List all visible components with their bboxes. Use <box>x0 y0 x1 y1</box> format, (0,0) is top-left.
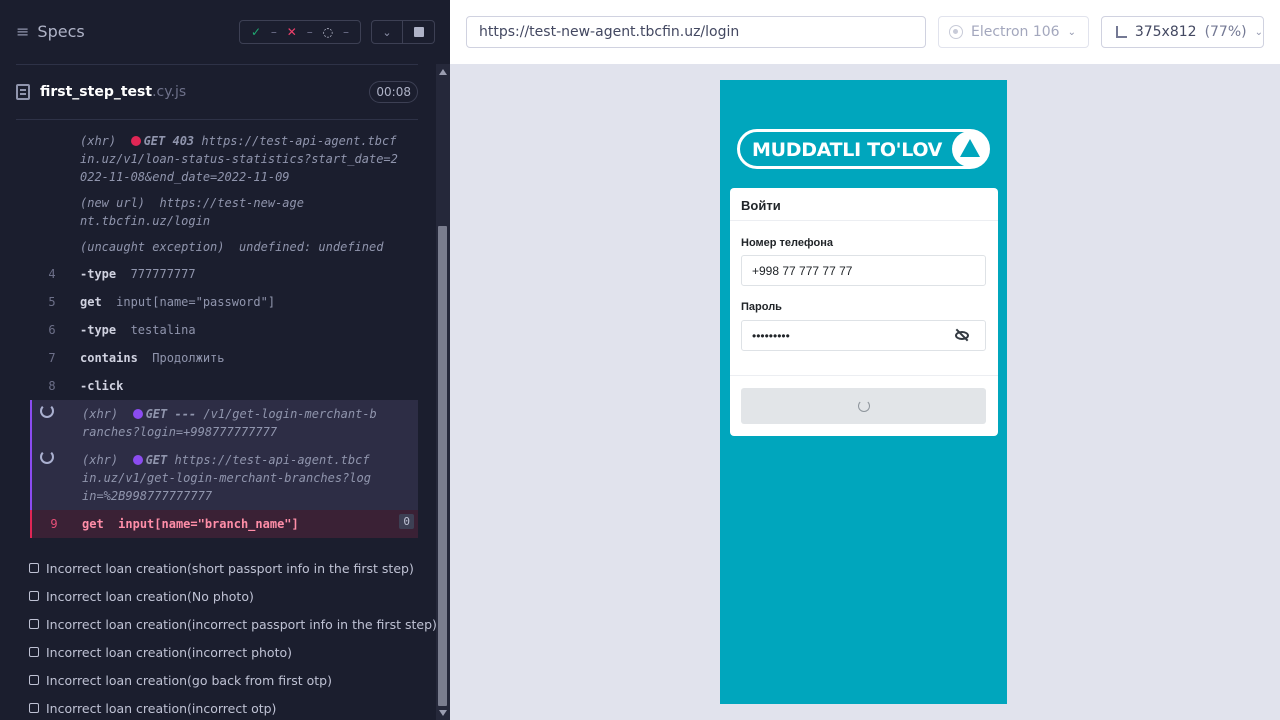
spec-name: first_step_test <box>40 84 153 100</box>
pending-icon: ◌ <box>322 25 334 39</box>
specs-title: Specs <box>37 22 85 41</box>
electron-icon <box>949 25 963 39</box>
stop-icon <box>413 27 424 37</box>
browser-label: Electron 106 <box>971 24 1060 40</box>
log-row-pending-xhr[interactable]: (xhr) GET --- /v1/get-login-merchant-bra… <box>30 400 418 446</box>
log-command-row[interactable]: 7 contains Продолжить <box>30 344 418 372</box>
test-item[interactable]: Incorrect loan creation(go back from fir… <box>29 666 429 694</box>
cross-icon: ✕ <box>286 25 297 39</box>
divider <box>730 220 998 221</box>
test-item[interactable]: Incorrect loan creation(incorrect passpo… <box>29 610 437 638</box>
element-count-badge: 0 <box>399 514 414 529</box>
log-command-row[interactable]: 5 get input[name="password"] <box>30 288 418 316</box>
spinner-icon <box>857 400 870 412</box>
log-command-row[interactable]: 6 -type testalina <box>30 316 418 344</box>
test-status-icon <box>29 591 39 601</box>
divider <box>730 375 998 376</box>
test-item[interactable]: Incorrect loan creation(short passport i… <box>29 554 429 582</box>
failed-count: – <box>306 25 313 39</box>
test-status-icon <box>29 703 39 713</box>
logo-mark-icon <box>952 131 988 167</box>
test-status-icon <box>29 675 39 685</box>
stop-button[interactable] <box>403 20 435 44</box>
test-item[interactable]: Incorrect loan creation(incorrect otp) <box>29 694 429 720</box>
log-scrollbar[interactable] <box>436 64 450 720</box>
chevron-down-icon: ⌄ <box>382 25 392 39</box>
command-log: (xhr) GET 403 https://test-api-agent.tbc… <box>30 128 418 538</box>
phone-input[interactable]: +998 77 777 77 77 <box>741 255 986 286</box>
file-icon <box>16 84 30 100</box>
viewport-size: 375x812 <box>1134 24 1197 40</box>
divider <box>16 119 418 120</box>
spec-duration: 00:08 <box>369 81 418 103</box>
expand-button[interactable]: ⌄ <box>371 20 403 44</box>
passed-count: – <box>270 25 277 39</box>
test-item[interactable]: Incorrect loan creation(No photo) <box>29 582 429 610</box>
specs-header: ≡ Specs ✓ – ✕ – ◌ – ⌄ <box>0 0 450 64</box>
divider <box>16 64 418 65</box>
check-icon: ✓ <box>250 25 261 39</box>
scroll-up-icon[interactable] <box>439 69 447 75</box>
status-dot-icon <box>132 409 143 419</box>
test-status-icon <box>29 619 39 629</box>
viewport-scale: (77%) <box>1204 24 1247 40</box>
chevron-down-icon: ⌄ <box>1067 26 1076 38</box>
viewport-selector[interactable]: 375x812 (77%) ⌄ <box>1101 16 1264 48</box>
specs-toggle[interactable]: ≡ Specs <box>16 22 85 41</box>
log-row-exception[interactable]: (uncaught exception) undefined: undefine… <box>30 234 418 260</box>
spec-file-header[interactable]: first_step_test .cy.js 00:08 <box>16 78 418 106</box>
pending-count: – <box>343 25 349 39</box>
runner-panel: ≡ Specs ✓ – ✕ – ◌ – ⌄ first_step_test .c… <box>0 0 450 720</box>
password-value: ••••••••• <box>752 328 790 343</box>
spinner-icon <box>40 404 54 418</box>
card-title: Войти <box>741 198 781 213</box>
password-input[interactable]: ••••••••• <box>741 320 986 351</box>
test-item[interactable]: Incorrect loan creation(incorrect photo) <box>29 638 429 666</box>
submit-button[interactable] <box>741 388 986 424</box>
brand-logo: MUDDATLI TO'LOV <box>737 129 990 169</box>
scroll-down-icon[interactable] <box>439 710 447 716</box>
ruler-icon <box>1116 26 1127 38</box>
test-status-icon <box>29 647 39 657</box>
logo-text: MUDDATLI TO'LOV <box>752 139 943 161</box>
log-command-row[interactable]: 4 -type 777777777 <box>30 260 418 288</box>
login-card: Войти Номер телефона +998 77 777 77 77 П… <box>730 188 998 436</box>
url-bar[interactable]: https://test-new-agent.tbcfin.uz/login <box>466 16 926 48</box>
status-dot-icon <box>130 136 141 146</box>
scroll-thumb[interactable] <box>438 226 447 706</box>
log-row-new-url[interactable]: (new url) https://test-new-agent.tbcfin.… <box>30 190 418 234</box>
log-row-failed[interactable]: 9 get input[name="branch_name"] 0 <box>30 510 418 538</box>
app-preview: MUDDATLI TO'LOV Войти Номер телефона +99… <box>720 80 1007 704</box>
status-dot-icon <box>132 455 143 465</box>
menu-icon: ≡ <box>16 22 30 41</box>
browser-selector[interactable]: Electron 106 ⌄ <box>938 16 1089 48</box>
test-list: Incorrect loan creation(short passport i… <box>29 554 437 720</box>
eye-off-icon[interactable] <box>955 328 969 342</box>
preview-toolbar: https://test-new-agent.tbcfin.uz/login E… <box>450 0 1280 64</box>
spinner-icon <box>40 450 54 464</box>
test-stats: ✓ – ✕ – ◌ – <box>239 20 361 44</box>
chevron-down-icon: ⌄ <box>1254 26 1263 38</box>
phone-label: Номер телефона <box>741 237 833 249</box>
spec-ext: .cy.js <box>152 84 187 100</box>
log-command-row[interactable]: 8 -click <box>30 372 418 400</box>
password-label: Пароль <box>741 301 782 313</box>
test-status-icon <box>29 563 39 573</box>
log-row-pending-xhr[interactable]: (xhr) GET https://test-api-agent.tbcfin.… <box>30 446 418 510</box>
log-row-xhr[interactable]: (xhr) GET 403 https://test-api-agent.tbc… <box>30 128 418 190</box>
